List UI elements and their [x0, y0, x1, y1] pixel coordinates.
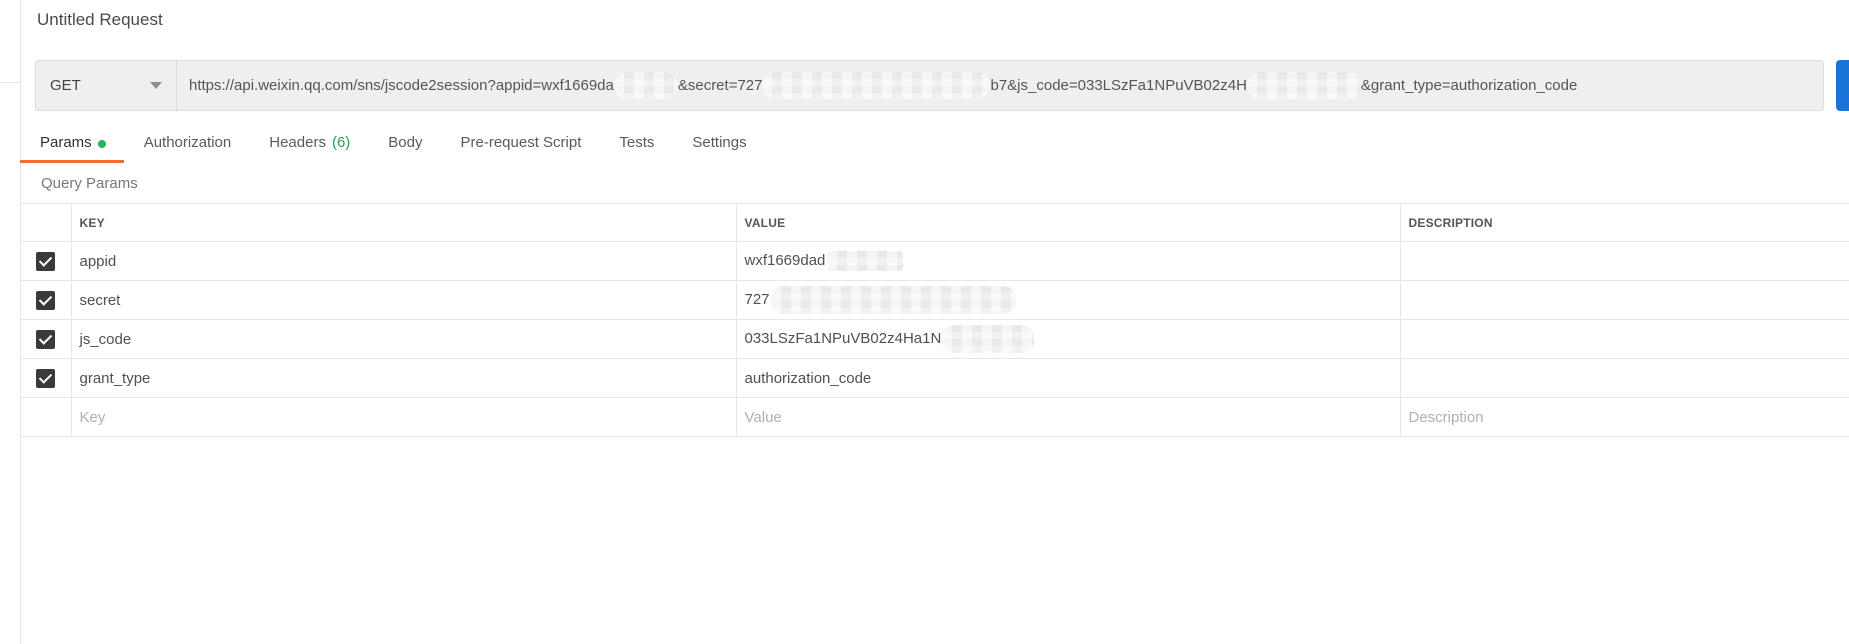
column-header-description: DESCRIPTION [1400, 203, 1849, 242]
tab-label: Tests [619, 134, 655, 151]
table-row-new: Key Value Description [20, 397, 1849, 437]
param-value-cell[interactable]: wxf1669dad [736, 241, 1401, 281]
param-key-cell[interactable]: secret [71, 280, 737, 320]
query-params-table: KEY VALUE DESCRIPTION appid wxf1669dad s… [20, 203, 1849, 437]
tab-label: Params [40, 134, 92, 151]
param-description-cell[interactable] [1400, 358, 1849, 398]
tab-pre-request-script[interactable]: Pre-request Script [441, 130, 600, 163]
table-row: appid wxf1669dad [20, 241, 1849, 281]
tab-body[interactable]: Body [368, 130, 440, 163]
new-key-input[interactable]: Key [71, 397, 737, 437]
tab-label: Pre-request Script [460, 134, 582, 151]
tab-params[interactable]: Params [20, 130, 124, 163]
url-bar: GET https://api.weixin.qq.com/sns/jscode… [35, 60, 1824, 111]
left-sidebar-edge [0, 0, 21, 644]
column-header-value: VALUE [736, 203, 1401, 242]
table-row: grant_type authorization_code [20, 358, 1849, 398]
header-checkbox-cell [20, 203, 72, 242]
param-value-text: 727 [744, 290, 770, 308]
table-header-row: KEY VALUE DESCRIPTION [20, 203, 1849, 242]
redacted-blur [942, 325, 1035, 353]
table-row: secret 727 [20, 280, 1849, 320]
param-value-text: 033LSzFa1NPuVB02z4Ha1N [744, 329, 942, 347]
status-dot-icon [97, 140, 106, 148]
checkbox-cell [20, 280, 72, 320]
method-select[interactable]: GET [36, 61, 177, 110]
param-value-cell[interactable]: 033LSzFa1NPuVB02z4Ha1N [736, 319, 1401, 359]
param-checkbox[interactable] [35, 290, 55, 310]
param-value-cell[interactable]: authorization_code [736, 358, 1401, 398]
param-checkbox[interactable] [35, 329, 55, 349]
headers-count-badge: (6) [331, 134, 351, 151]
param-value-cell[interactable]: 727 [736, 280, 1401, 320]
redacted-blur [827, 251, 904, 271]
param-key-cell[interactable]: js_code [71, 319, 737, 359]
method-label: GET [50, 77, 81, 94]
request-tabs: Params Authorization Headers (6) Body Pr… [20, 130, 765, 164]
tab-settings[interactable]: Settings [672, 130, 764, 163]
url-text-part: &secret=727 [677, 77, 763, 94]
send-button[interactable] [1836, 60, 1849, 111]
tab-headers[interactable]: Headers (6) [249, 130, 368, 163]
tab-label: Settings [692, 134, 747, 151]
redacted-blur [770, 286, 1016, 314]
param-key-cell[interactable]: appid [71, 241, 737, 281]
param-description-cell[interactable] [1400, 280, 1849, 320]
tab-authorization[interactable]: Authorization [124, 130, 250, 163]
checkbox-cell [20, 241, 72, 281]
param-description-cell[interactable] [1400, 319, 1849, 359]
tab-label: Body [388, 134, 423, 151]
checkbox-cell [20, 319, 72, 359]
tab-tests[interactable]: Tests [599, 130, 672, 163]
param-checkbox[interactable] [35, 368, 55, 388]
sidebar-divider [0, 82, 20, 83]
chevron-down-icon [150, 82, 162, 89]
column-header-key: KEY [71, 203, 737, 242]
redacted-blur [1246, 72, 1361, 99]
new-value-input[interactable]: Value [736, 397, 1401, 437]
redacted-blur [762, 72, 991, 99]
checkbox-cell [20, 358, 72, 398]
url-text-part: &grant_type=authorization_code [1360, 77, 1578, 94]
request-title[interactable]: Untitled Request [37, 10, 163, 30]
tab-label: Authorization [143, 134, 232, 151]
redacted-blur [613, 72, 678, 99]
param-checkbox[interactable] [35, 251, 55, 271]
url-text-part: https://api.weixin.qq.com/sns/jscode2ses… [189, 77, 614, 94]
url-text-part: b7&js_code=033LSzFa1NPuVB02z4H [990, 77, 1247, 94]
new-description-input[interactable]: Description [1400, 397, 1849, 437]
param-description-cell[interactable] [1400, 241, 1849, 281]
tab-label: Headers [269, 134, 326, 151]
url-input[interactable]: https://api.weixin.qq.com/sns/jscode2ses… [177, 61, 1823, 110]
query-params-title: Query Params [41, 175, 138, 192]
param-key-cell[interactable]: grant_type [71, 358, 737, 398]
table-row: js_code 033LSzFa1NPuVB02z4Ha1N [20, 319, 1849, 359]
param-value-text: wxf1669dad [744, 251, 826, 269]
checkbox-cell [20, 397, 72, 437]
